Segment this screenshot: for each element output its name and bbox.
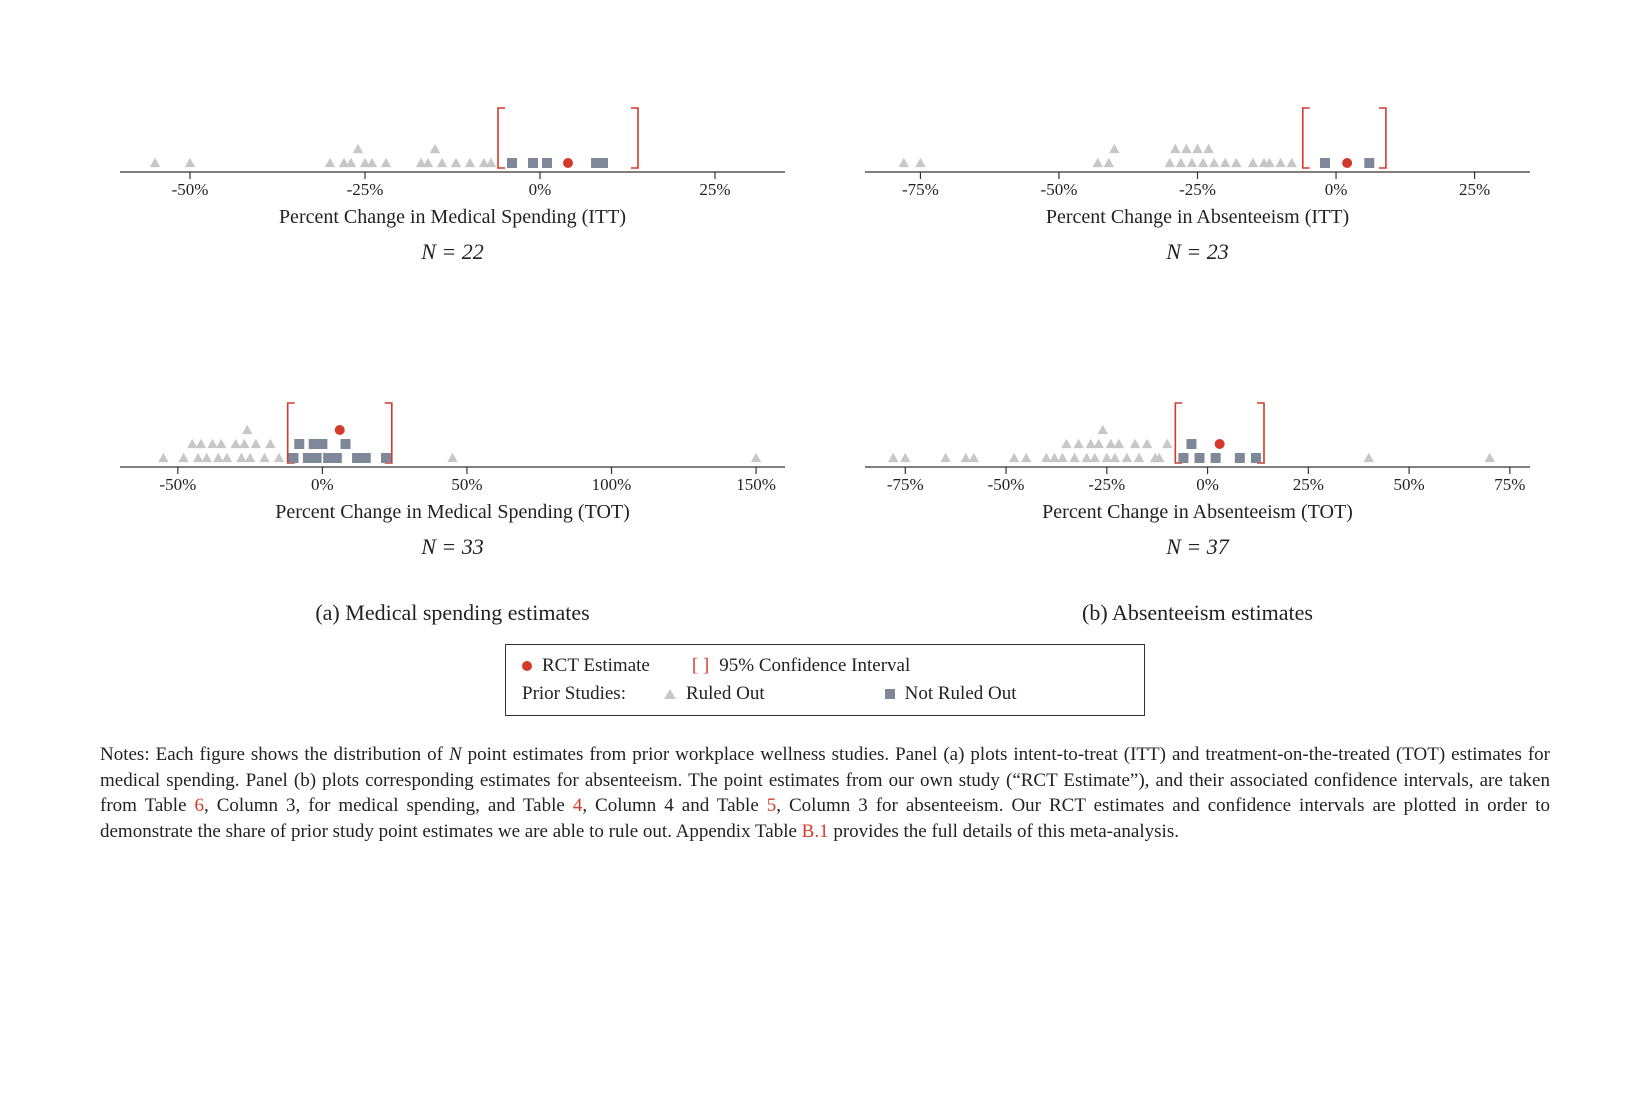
svg-text:-75%: -75%	[887, 475, 924, 494]
legend-notruled-label: Not Ruled Out	[905, 683, 1017, 705]
chart-svg: -50% 0% 50% 100% 150%	[100, 355, 805, 495]
svg-text:-50%: -50%	[159, 475, 196, 494]
svg-text:25%: 25%	[1459, 180, 1490, 199]
xlabel: Percent Change in Absenteeism (ITT)	[845, 206, 1550, 229]
panel-abs-itt: -75% -50% -25% 0% 25% Percent Change in Abse…	[845, 60, 1550, 265]
n-label: N = 33	[100, 534, 805, 560]
svg-text:150%: 150%	[736, 475, 776, 494]
legend-rct-label: RCT Estimate	[542, 655, 650, 677]
panel-med-tot: -50% 0% 50% 100% 150% Percent Change in Medi…	[100, 355, 805, 560]
svg-text:100%: 100%	[592, 475, 632, 494]
svg-text:50%: 50%	[1394, 475, 1425, 494]
legend-row-2: Prior Studies: Ruled Out Not Ruled Out	[522, 683, 1128, 705]
ref-link[interactable]: 4	[573, 795, 583, 816]
svg-text:0%: 0%	[1196, 475, 1219, 494]
svg-text:75%: 75%	[1494, 475, 1525, 494]
plot-med-tot: -50% 0% 50% 100% 150%	[100, 355, 805, 495]
plot-med-itt: -50% -25% 0% 25%	[100, 60, 805, 200]
xlabel: Percent Change in Medical Spending (ITT)	[100, 206, 805, 229]
panel-grid: -50% -25% 0% 25% Percent Change in Medical …	[100, 60, 1550, 560]
svg-text:-25%: -25%	[1088, 475, 1125, 494]
legend-prior-label: Prior Studies:	[522, 683, 626, 705]
triangle-icon	[664, 689, 676, 699]
legend-ruled-label: Ruled Out	[686, 683, 765, 705]
figure-notes: Notes: Each figure shows the distributio…	[100, 742, 1550, 845]
legend-row-1: RCT Estimate [ ] 95% Confidence Interval	[522, 655, 1128, 677]
svg-text:0%: 0%	[529, 180, 552, 199]
svg-text:0%: 0%	[1325, 180, 1348, 199]
svg-text:-75%: -75%	[902, 180, 939, 199]
n-label: N = 22	[100, 239, 805, 265]
svg-text:50%: 50%	[451, 475, 482, 494]
n-label: N = 37	[845, 534, 1550, 560]
plot-abs-itt: -75% -50% -25% 0% 25%	[845, 60, 1550, 200]
legend-ci-label: 95% Confidence Interval	[719, 655, 910, 677]
svg-text:25%: 25%	[1293, 475, 1324, 494]
column-captions: (a) Medical spending estimates (b) Absen…	[100, 600, 1550, 626]
ci-bracket-icon: [ ]	[692, 655, 709, 677]
ref-link[interactable]: B.1	[802, 821, 829, 842]
svg-text:-50%: -50%	[172, 180, 209, 199]
panel-med-itt: -50% -25% 0% 25% Percent Change in Medical …	[100, 60, 805, 265]
panel-abs-tot: -75% -50% -25% 0% 25% 50% 75% Percent Change i…	[845, 355, 1550, 560]
n-label: N = 23	[845, 239, 1550, 265]
caption-a: (a) Medical spending estimates	[100, 600, 805, 626]
plot-abs-tot: -75% -50% -25% 0% 25% 50% 75%	[845, 355, 1550, 495]
xlabel: Percent Change in Absenteeism (TOT)	[845, 501, 1550, 524]
svg-text:-25%: -25%	[1179, 180, 1216, 199]
svg-text:-25%: -25%	[347, 180, 384, 199]
ref-link[interactable]: 5	[767, 795, 777, 816]
caption-b: (b) Absenteeism estimates	[845, 600, 1550, 626]
svg-text:-50%: -50%	[1041, 180, 1078, 199]
svg-text:-50%: -50%	[988, 475, 1025, 494]
ref-link[interactable]: 6	[195, 795, 205, 816]
square-icon	[885, 689, 895, 699]
chart-svg: -50% -25% 0% 25%	[100, 60, 805, 200]
rct-dot-icon	[522, 661, 532, 671]
svg-text:25%: 25%	[699, 180, 730, 199]
chart-svg: -75% -50% -25% 0% 25%	[845, 60, 1550, 200]
svg-text:0%: 0%	[311, 475, 334, 494]
chart-svg: -75% -50% -25% 0% 25% 50% 75%	[845, 355, 1550, 495]
legend: RCT Estimate [ ] 95% Confidence Interval…	[505, 644, 1145, 716]
xlabel: Percent Change in Medical Spending (TOT)	[100, 501, 805, 524]
figure-page: -50% -25% 0% 25% Percent Change in Medical …	[0, 0, 1650, 1120]
